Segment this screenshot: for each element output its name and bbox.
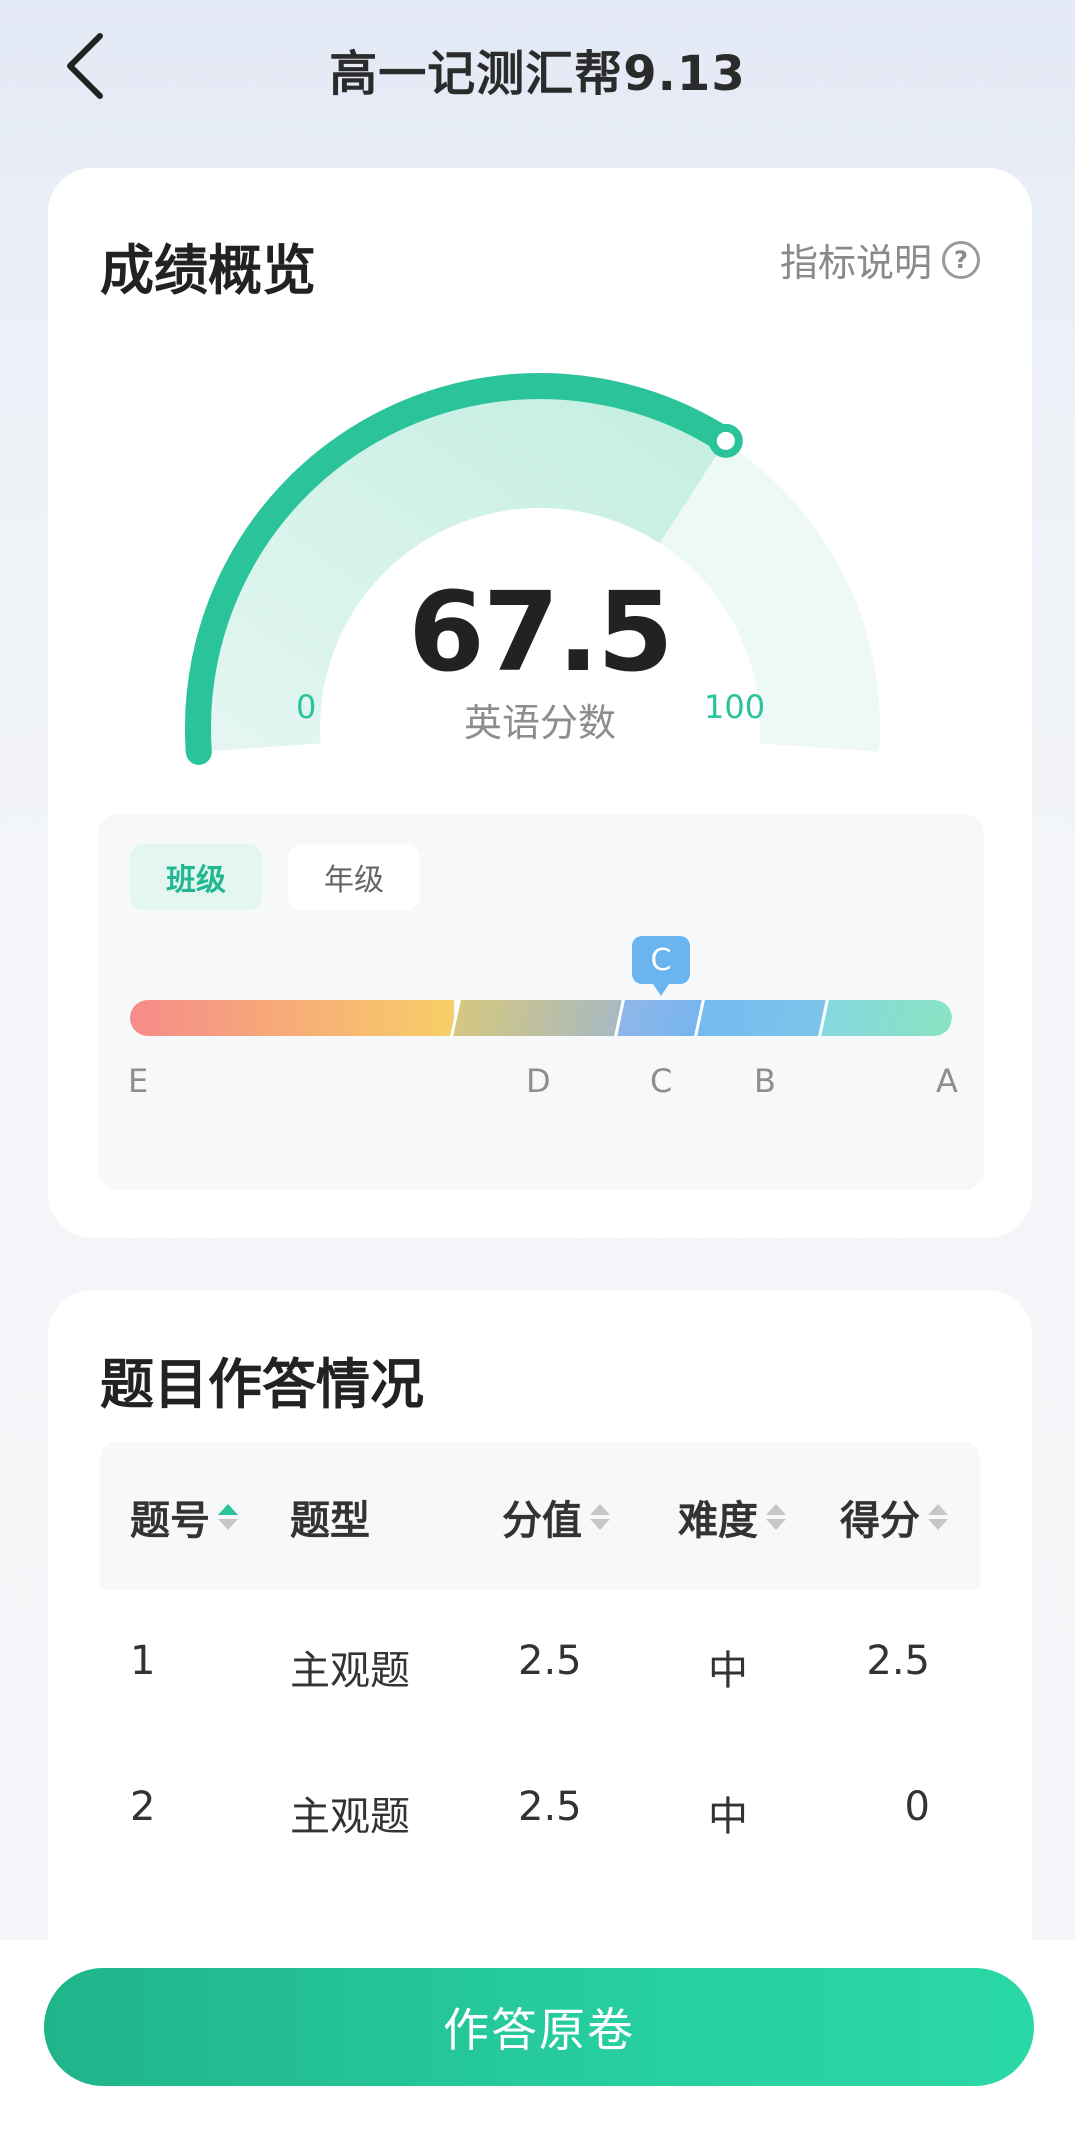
rank-label-e: E [128, 1062, 149, 1100]
rank-label-b: B [754, 1062, 776, 1100]
cell-score: 2.5 [866, 1638, 930, 1684]
tab-class[interactable]: 班级 [130, 844, 262, 910]
cell-difficulty: 中 [708, 1794, 748, 1840]
cell-type: 主观题 [290, 1794, 410, 1840]
cell-value: 2.5 [518, 1638, 582, 1684]
cell-number: 2 [130, 1784, 156, 1830]
rank-segment-c [614, 1000, 702, 1036]
column-header-label: 题型 [290, 1498, 370, 1544]
cell-score: 0 [904, 1784, 930, 1830]
column-header-value[interactable]: 分值 [502, 1488, 610, 1546]
column-header-difficulty[interactable]: 难度 [678, 1488, 786, 1546]
answers-title: 题目作答情况 [100, 1353, 424, 1416]
column-header-label: 分值 [502, 1498, 582, 1544]
rank-label-c: C [650, 1062, 673, 1100]
cell-type: 主观题 [290, 1648, 410, 1694]
tab-grade[interactable]: 年级 [288, 844, 420, 910]
sort-icon [218, 1504, 238, 1530]
rank-marker: C [632, 936, 690, 996]
table-row[interactable]: 2 主观题 2.5 中 0 [100, 1736, 980, 1882]
column-header-label: 难度 [678, 1498, 758, 1544]
rank-segment-d [450, 1000, 622, 1036]
view-original-paper-button[interactable]: 作答原卷 [44, 1968, 1034, 2086]
gauge-min-label: 0 [296, 688, 317, 726]
rank-panel: 班级 年级 C E D C B A [98, 814, 984, 1190]
subject-score-label: 英语分数 [463, 701, 616, 745]
column-header-type: 题型 [290, 1488, 370, 1546]
rank-segment-a [818, 1000, 952, 1036]
column-header-label: 得分 [840, 1498, 920, 1544]
column-header-score[interactable]: 得分 [840, 1488, 948, 1546]
rank-segment-b [694, 1000, 826, 1036]
bottom-bar: 作答原卷 [0, 1940, 1075, 2144]
answers-table: 题号 题型 分值 难度 得分 1 主观题 2.5 中 2.5 2 主观题 2.5… [100, 1442, 980, 1882]
sort-icon [928, 1504, 948, 1530]
sort-icon [766, 1504, 786, 1530]
table-header: 题号 题型 分值 难度 得分 [100, 1442, 980, 1590]
table-row[interactable]: 1 主观题 2.5 中 2.5 [100, 1590, 980, 1736]
sort-icon [590, 1504, 610, 1530]
rank-bar [130, 1000, 952, 1036]
gauge-knob [708, 423, 743, 458]
rank-segment-e [130, 1000, 454, 1036]
cell-difficulty: 中 [708, 1648, 748, 1694]
page-title: 高一记测汇帮9.13 [329, 46, 746, 102]
rank-label-a: A [936, 1062, 958, 1100]
column-header-label: 题号 [130, 1498, 210, 1544]
rank-label-d: D [526, 1062, 551, 1100]
score-value: 67.5 [408, 568, 673, 696]
score-overview-card: 成绩概览 指标说明 ? 67.5 英语分数 0 100 班级 年级 C E D … [48, 168, 1032, 1238]
header: 高一记测汇帮9.13 [0, 0, 1075, 130]
cell-value: 2.5 [518, 1784, 582, 1830]
column-header-number[interactable]: 题号 [130, 1488, 238, 1546]
cell-number: 1 [130, 1638, 156, 1684]
gauge-max-label: 100 [704, 688, 766, 726]
